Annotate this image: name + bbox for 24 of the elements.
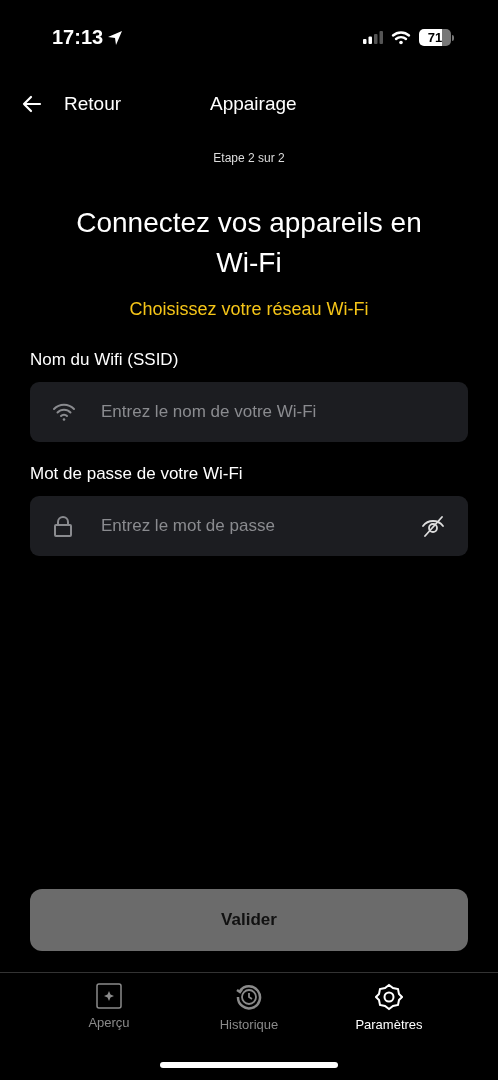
page-subheading: Choisissez votre réseau Wi-Fi	[128, 299, 370, 320]
back-button[interactable]: Retour	[22, 93, 122, 115]
tab-bar-item[interactable]: Historique	[179, 983, 319, 1032]
settings-icon	[375, 983, 403, 1011]
signal-icon	[363, 31, 383, 44]
input-field[interactable]: Entrez le mot de passe	[30, 496, 468, 556]
location-arrow-icon	[107, 29, 124, 46]
battery-icon: 71	[419, 29, 451, 46]
field-label: Nom du Wifi (SSID)	[30, 350, 180, 370]
back-arrow-icon	[22, 95, 42, 113]
history-icon	[235, 983, 263, 1011]
lock-icon	[52, 515, 74, 537]
input-field[interactable]: Entrez le nom de votre Wi-Fi	[30, 382, 468, 442]
step-indicator: Etape 2 sur 2	[212, 151, 286, 165]
field-label: Mot de passe de votre Wi-Fi	[30, 464, 244, 484]
page-heading: Connectez vos appareils en Wi-Fi	[75, 206, 423, 280]
screen-title: Appairage	[210, 93, 297, 115]
sparkle-square-icon	[96, 983, 122, 1009]
wifi-icon	[391, 30, 411, 45]
wifi-icon	[52, 402, 76, 422]
tab-bar-item[interactable]: Paramètres	[319, 983, 459, 1032]
eye-slash-icon[interactable]	[420, 515, 446, 537]
status-time: 17:13	[52, 26, 104, 49]
tab-bar-item[interactable]: Aperçu	[39, 983, 179, 1032]
